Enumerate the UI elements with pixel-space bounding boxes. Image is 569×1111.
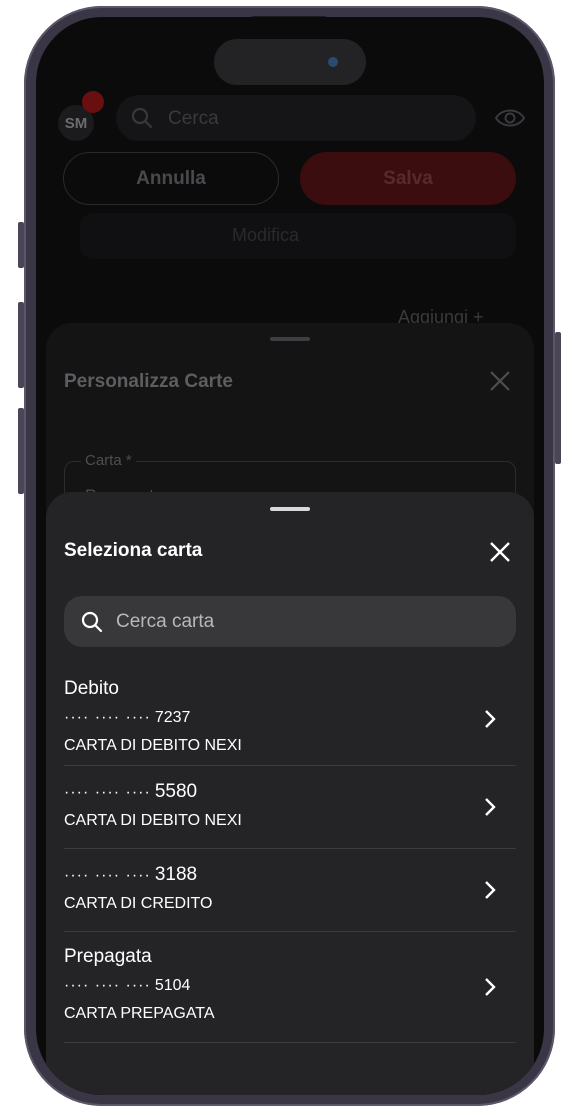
action-button (18, 222, 24, 268)
notification-dot (82, 91, 104, 113)
card-mask: ···· ···· ···· (64, 784, 151, 801)
phone-screen: SM Cerca Annulla Salva Modifica Aggiungi… (36, 17, 544, 1095)
category-label: Debito (64, 678, 119, 699)
edit-card: Modifica (80, 213, 516, 259)
background-search: Cerca (116, 95, 476, 141)
volume-up-button (18, 302, 24, 388)
card-number: ···· ···· ···· 3188 (64, 861, 516, 890)
search-input[interactable] (116, 596, 496, 647)
card-last4: 7237 (154, 709, 191, 726)
card-item-7237[interactable]: Debito ···· ···· ···· 7237 CARTA DI DEBIT… (64, 672, 516, 766)
card-description: CARTA DI DEBITO NEXI (64, 812, 242, 829)
card-item-5580[interactable]: ···· ···· ···· 5580 CARTA DI DEBITO NEXI (64, 766, 516, 849)
chevron-right-icon (485, 881, 496, 899)
power-button (555, 332, 561, 464)
search-icon (131, 107, 153, 129)
select-card-sheet: Seleziona carta Debito ···· ···· ····723… (46, 492, 534, 1095)
card-item-5104[interactable]: Prepagata ···· ···· ···· 5104 CARTA PREPA… (64, 932, 516, 1043)
cancel-button: Annulla (63, 152, 279, 205)
chevron-right-icon (485, 709, 496, 728)
card-item-3188[interactable]: ···· ···· ···· 3188 CARTA DI CREDITO (64, 849, 516, 932)
card-mask: ···· ···· ···· (64, 709, 151, 726)
volume-down-button (18, 408, 24, 494)
close-button[interactable] (484, 536, 516, 568)
card-list: Debito ···· ···· ···· 7237 CARTA DI DEBIT… (64, 672, 516, 1043)
chevron-right-icon (485, 978, 496, 996)
sheet-title: Seleziona carta (64, 540, 203, 561)
search-field[interactable] (64, 596, 516, 647)
card-mask: ···· ···· ···· (64, 867, 151, 884)
save-button: Salva (300, 152, 516, 205)
card-mask: ···· ···· ···· (64, 977, 151, 994)
eye-icon (494, 109, 526, 127)
sheet-handle[interactable] (270, 507, 310, 511)
card-number: ···· ···· ···· 5580 (64, 778, 516, 807)
close-icon (490, 371, 510, 391)
card-last4: 5580 (154, 781, 198, 802)
card-field-label: Carta * (81, 452, 136, 469)
card-last4: 3188 (154, 864, 198, 885)
close-icon (490, 542, 510, 562)
chevron-right-icon (485, 798, 496, 816)
card-number: ···· ···· ···· 5104 (64, 972, 516, 1000)
card-description: CARTA DI DEBITO NEXI (64, 737, 242, 754)
edit-label: Modifica (232, 225, 300, 245)
card-number: ···· ···· ···· 7237 (64, 704, 516, 732)
card-description: CARTA DI CREDITO (64, 895, 213, 912)
sheet-handle (270, 337, 310, 341)
card-last4: 5104 (154, 977, 191, 994)
category-label: Prepagata (64, 946, 152, 967)
search-icon (81, 611, 103, 633)
customize-sheet-title: Personalizza Carte (64, 371, 233, 392)
card-description: CARTA PREPAGATA (64, 1005, 215, 1022)
background-search-placeholder: Cerca (168, 108, 219, 129)
